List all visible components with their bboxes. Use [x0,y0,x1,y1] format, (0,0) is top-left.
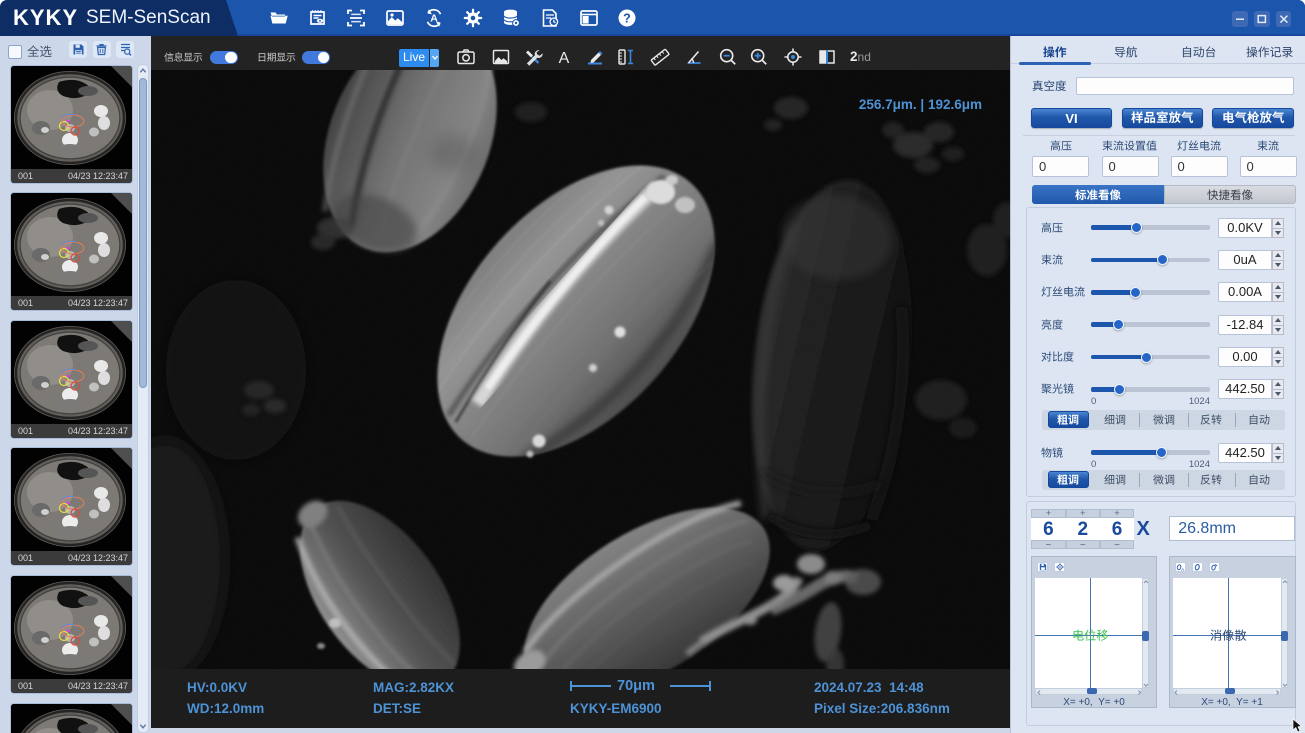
svg-text:A: A [1181,567,1184,571]
svg-text:A: A [430,13,438,25]
svg-text:?: ? [623,11,631,25]
svg-text:A: A [558,50,569,67]
